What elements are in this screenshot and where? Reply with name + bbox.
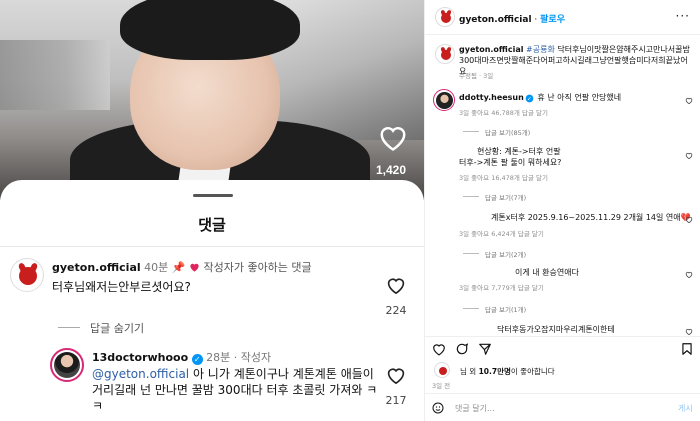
sheet-grabber[interactable] xyxy=(193,194,233,197)
avatar[interactable] xyxy=(433,89,455,111)
post-panel: gyeton.official · 팔로우 ··· gyeton.officia… xyxy=(424,0,700,421)
comments-sheet: 댓글 gyeton.official 40분 📌 작성자가 좋아하는 댓글 터후… xyxy=(0,180,424,421)
verified-icon: ✓ xyxy=(525,94,534,103)
comment-like-icon[interactable] xyxy=(685,328,693,335)
view-replies-button[interactable]: 답글 보기(7개) xyxy=(485,192,526,202)
caption-meta: 수정됨 · 3일 xyxy=(459,72,494,80)
comment-username[interactable]: 13doctorwhooo xyxy=(92,351,188,364)
comment-username[interactable]: gyeton.official xyxy=(52,261,141,274)
comment-like-icon[interactable] xyxy=(386,366,406,384)
comment-like-icon[interactable] xyxy=(386,276,406,294)
divider xyxy=(425,336,700,337)
post-username[interactable]: gyeton.official xyxy=(459,15,532,25)
comment-like-icon[interactable] xyxy=(685,152,693,159)
post-date: 3일 전 xyxy=(432,382,451,390)
comment-text: 현상황: 계톤->터후 언팔 xyxy=(477,147,561,156)
view-replies-button[interactable]: 답글 보기(85개) xyxy=(485,127,530,137)
avatar[interactable] xyxy=(435,7,455,27)
reply-line xyxy=(463,253,479,254)
more-options-icon[interactable]: ··· xyxy=(676,9,690,23)
comment-text: 터후님왜저는안부르셧어요? xyxy=(52,280,191,294)
comment-text: 이게 내 환승연애다 xyxy=(515,268,579,277)
reply-line xyxy=(58,327,80,328)
avatar[interactable] xyxy=(435,44,455,64)
comment-time: 40분 xyxy=(144,261,169,274)
comment-header: gyeton.official 40분 📌 작성자가 좋아하는 댓글 xyxy=(52,259,312,275)
share-icon[interactable] xyxy=(478,342,492,356)
bookmark-icon[interactable] xyxy=(680,342,694,356)
post-header: gyeton.official · 팔로우 xyxy=(459,15,565,25)
reel-comments-view: 1,420 댓글 gyeton.official 40분 📌 작성자가 좋아하는… xyxy=(0,0,424,421)
comment-like-count: 224 xyxy=(385,304,407,317)
reel-video[interactable]: 1,420 xyxy=(0,0,424,200)
creator-liked-heart-icon xyxy=(190,263,199,272)
liked-by-creator-label: 작성자가 좋아하는 댓글 xyxy=(203,261,312,274)
comment-time: 28분 xyxy=(206,351,231,364)
view-replies-button[interactable]: 답글 보기(2개) xyxy=(485,249,526,259)
reply-line xyxy=(463,131,479,132)
avatar[interactable] xyxy=(434,362,450,378)
comment-header: 13doctorwhooo ✓ 28분 · 작성자 xyxy=(92,351,272,365)
reel-like-count: 1,420 xyxy=(376,163,407,177)
divider xyxy=(425,34,700,35)
comment-text: 터후->계톤 팔 둘이 뭐하세요? xyxy=(459,158,562,167)
reply-line xyxy=(463,308,479,309)
comment-text: @gyeton.official 아 니가 계톤이구나 계톤계톤 애들이 거리길… xyxy=(92,367,378,413)
view-replies-button[interactable]: 답글 보기(1개) xyxy=(485,304,526,314)
comment-meta: 3일 좋아요 46,788개 답글 달기 xyxy=(459,109,548,117)
post-comment-button[interactable]: 게시 xyxy=(678,403,693,414)
mention-link[interactable]: @gyeton.official xyxy=(92,367,189,381)
likes-summary[interactable]: 님 외 10.7만명이 좋아합니다 xyxy=(460,366,555,377)
comment-like-count: 217 xyxy=(385,394,407,407)
comment-icon[interactable] xyxy=(455,342,469,356)
comment-like-icon[interactable] xyxy=(685,271,693,278)
divider xyxy=(0,246,424,247)
author-badge: 작성자 xyxy=(240,351,272,364)
sheet-title: 댓글 xyxy=(198,216,226,234)
emoji-icon[interactable] xyxy=(432,402,444,414)
comment-text: 계톤x터후 2025.9.16~2025.11.29 2개월 14일 연애💔 xyxy=(491,213,691,222)
reply-line xyxy=(463,196,479,197)
avatar[interactable] xyxy=(10,258,44,292)
caption: gyeton.official #공룡화 닥터후님이맛짤은얌해주시고만나서꿀밤3… xyxy=(459,45,690,76)
hide-replies-button[interactable]: 답글 숨기기 xyxy=(90,320,144,336)
comment-like-icon[interactable] xyxy=(685,216,693,223)
follow-button[interactable]: 팔로우 xyxy=(540,15,565,25)
comment-meta: 3일 좋아요 6,424개 답글 달기 xyxy=(459,230,544,238)
verified-icon: ✓ xyxy=(191,354,203,365)
comment-meta: 3일 좋아요 16,478개 답글 달기 xyxy=(459,174,548,182)
pin-icon: 📌 xyxy=(171,261,186,274)
comment-input[interactable]: 댓글 달기... xyxy=(455,403,495,414)
comment-like-icon[interactable] xyxy=(685,97,693,104)
comment-text: 닥터후동가오잡지마우리계톤이한테 xyxy=(497,325,615,334)
like-icon[interactable] xyxy=(432,342,446,356)
like-heart-icon[interactable] xyxy=(378,123,408,151)
comment-text: ddotty.heesun ✓ 휴 난 아직 언팔 안당했네 xyxy=(459,93,622,103)
divider xyxy=(424,393,700,394)
avatar[interactable] xyxy=(50,348,84,382)
hashtag-link[interactable]: #공룡화 xyxy=(526,45,555,54)
comment-meta: 3일 좋아요 7,779개 답글 달기 xyxy=(459,284,544,292)
